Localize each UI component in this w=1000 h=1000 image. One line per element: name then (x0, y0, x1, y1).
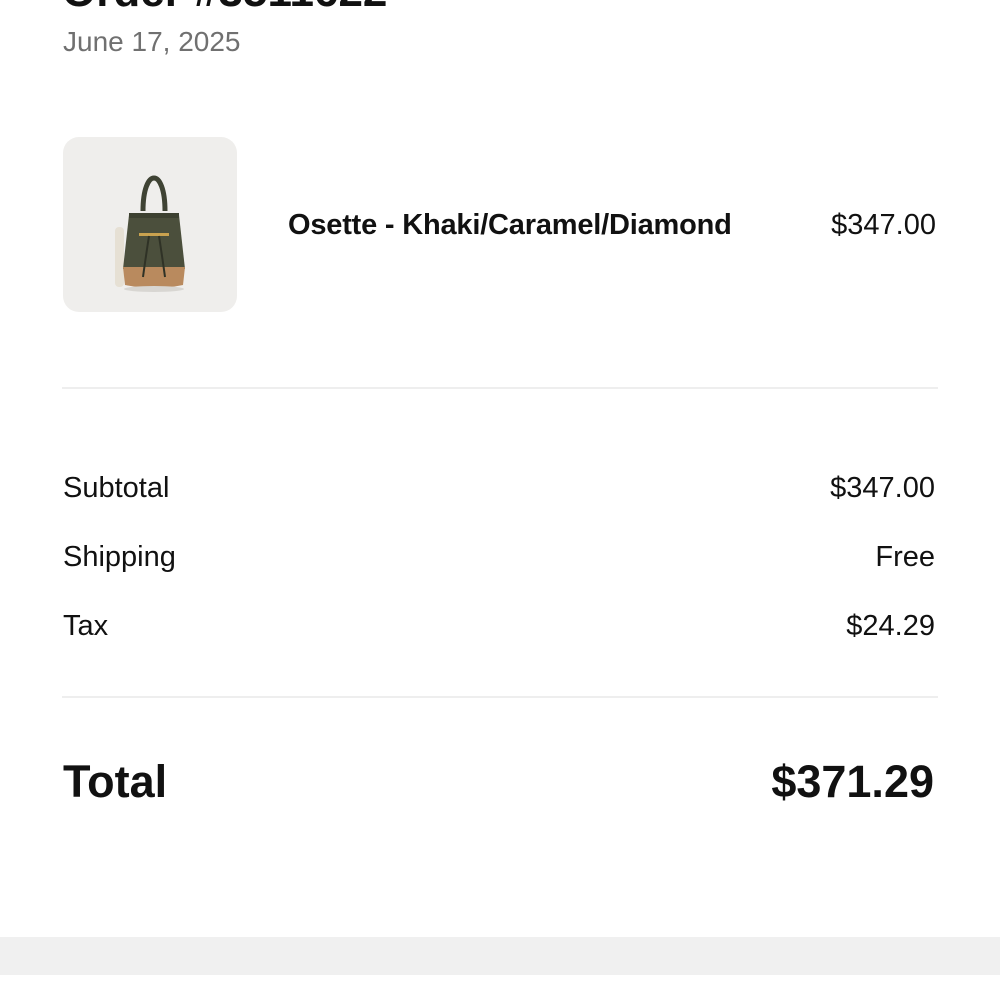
handbag-icon (115, 175, 185, 292)
tax-label: Tax (63, 610, 109, 642)
divider (62, 696, 938, 698)
tax-value: $24.29 (846, 610, 935, 642)
shipping-label: Shipping (63, 541, 176, 573)
shipping-value: Free (875, 541, 935, 573)
total-value: $371.29 (771, 756, 934, 807)
order-detail-page: Order #3511622 June 17, 2025 Osette - Kh… (0, 0, 1000, 1000)
total-label: Total (63, 756, 168, 807)
divider (62, 387, 938, 389)
product-price: $347.00 (831, 209, 936, 241)
product-name[interactable]: Osette - Khaki/Caramel/Diamond (288, 208, 732, 242)
product-image[interactable] (63, 137, 237, 312)
order-title: Order #3511622 (62, 0, 387, 14)
section-separator (0, 937, 1000, 975)
subtotal-label: Subtotal (63, 472, 170, 504)
order-date: June 17, 2025 (63, 26, 241, 57)
subtotal-value: $347.00 (830, 472, 935, 504)
